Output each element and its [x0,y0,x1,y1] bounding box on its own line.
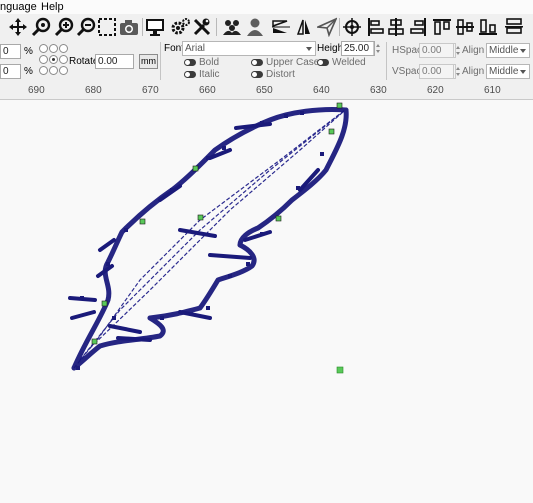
menu-language[interactable]: nguage [0,1,37,13]
font-select[interactable]: Arial [182,41,316,56]
text-height-spinner[interactable] [373,42,382,55]
toolbar-separator [339,18,340,36]
origin-radio[interactable] [49,66,58,75]
align-y-select[interactable]: Middle [486,64,530,79]
path-node[interactable] [91,338,98,345]
align-left-icon[interactable] [366,17,386,37]
origin-radio[interactable] [49,44,58,53]
origin-radio[interactable] [59,66,68,75]
italic-toggle[interactable] [184,71,196,78]
path-node[interactable] [275,215,282,222]
target-icon[interactable] [342,17,362,37]
width-percent-label: % [24,46,33,57]
path-node[interactable] [101,300,108,307]
height-input[interactable]: 0 [0,64,21,79]
settings-gear-icon[interactable] [171,17,191,37]
path-node[interactable] [336,102,343,109]
monitor-icon[interactable] [145,17,165,37]
chevron-down-icon [518,65,528,78]
mm-button[interactable]: mm [139,54,158,69]
italic-label: Italic [199,69,220,80]
origin-radio[interactable] [59,44,68,53]
path-node[interactable] [328,128,335,135]
bold-toggle[interactable] [184,59,196,66]
hspace-input[interactable]: 0.00 [419,43,456,58]
align-middle-icon[interactable] [455,17,475,37]
send-icon[interactable] [314,17,338,38]
properties-separator [386,42,387,80]
font-label: Font [164,43,185,54]
ruler-tick: 680 [85,85,102,96]
chevron-down-icon [518,44,528,57]
properties-bar: 0 % 0 % Rotate 0.00 mm Font Arial Height… [0,40,533,83]
select-rect-icon[interactable] [97,17,117,37]
design-canvas[interactable] [0,100,533,500]
vspace-input[interactable]: 0.00 [419,64,456,79]
ruler-tick: 650 [256,85,273,96]
path-node[interactable] [197,214,204,221]
width-input[interactable]: 0 [0,44,21,59]
origin-radio-selected[interactable] [49,55,58,64]
align-right-icon[interactable] [408,17,428,37]
distort-label: Distort [266,69,295,80]
align-y-value: Middle [489,66,519,77]
text-height-input[interactable]: 25.00 [341,41,375,56]
distort-toggle[interactable] [251,71,263,78]
path-node[interactable] [192,165,199,172]
flip-horizontal-icon[interactable] [294,17,314,37]
align-bottom-icon[interactable] [478,17,498,37]
users-icon[interactable] [222,17,242,37]
hspace-spinner[interactable] [453,44,462,57]
align-x-value: Middle [489,45,519,56]
origin-radio[interactable] [39,66,48,75]
welded-toggle[interactable] [317,59,329,66]
align-top-icon[interactable] [432,17,452,37]
origin-radio[interactable] [39,55,48,64]
ruler-tick: 660 [199,85,216,96]
toolbar-separator [142,18,143,36]
upper-case-toggle[interactable] [251,59,263,66]
vspace-spinner[interactable] [453,65,462,78]
rotate-input[interactable]: 0.00 [95,54,134,69]
tools-icon[interactable] [192,17,212,37]
ruler-tick: 670 [142,85,159,96]
ruler-tick: 610 [484,85,501,96]
origin-node[interactable] [336,366,344,374]
path-node[interactable] [139,218,146,225]
ruler-tick: 690 [28,85,45,96]
menu-help[interactable]: Help [41,1,64,13]
path-nodes [91,102,344,374]
align-x-select[interactable]: Middle [486,43,530,58]
chevron-down-icon [304,42,314,55]
feather-drawing[interactable] [0,100,533,500]
properties-separator [160,42,161,80]
origin-radio[interactable] [59,55,68,64]
ruler-tick: 640 [313,85,330,96]
align-center-icon[interactable] [386,17,406,37]
toolbar-separator [216,18,217,36]
flip-vertical-icon[interactable] [271,17,291,37]
ruler-tick: 620 [427,85,444,96]
horizontal-ruler: 690 680 670 660 650 640 630 620 610 [0,82,533,100]
user-icon[interactable] [245,17,265,37]
zoom-icon[interactable] [31,17,51,37]
font-select-value: Arial [185,43,206,54]
welded-label: Welded [332,57,366,68]
camera-icon[interactable] [119,17,139,37]
height-percent-label: % [24,66,33,77]
ruler-tick: 630 [370,85,387,96]
align-extra-icon[interactable] [504,17,524,37]
main-toolbar [0,14,533,41]
menu-bar: nguage Help [0,0,533,15]
zoom-in-icon[interactable] [54,17,74,37]
origin-radio[interactable] [39,44,48,53]
move-icon[interactable] [8,17,28,37]
zoom-out-icon[interactable] [76,17,96,37]
